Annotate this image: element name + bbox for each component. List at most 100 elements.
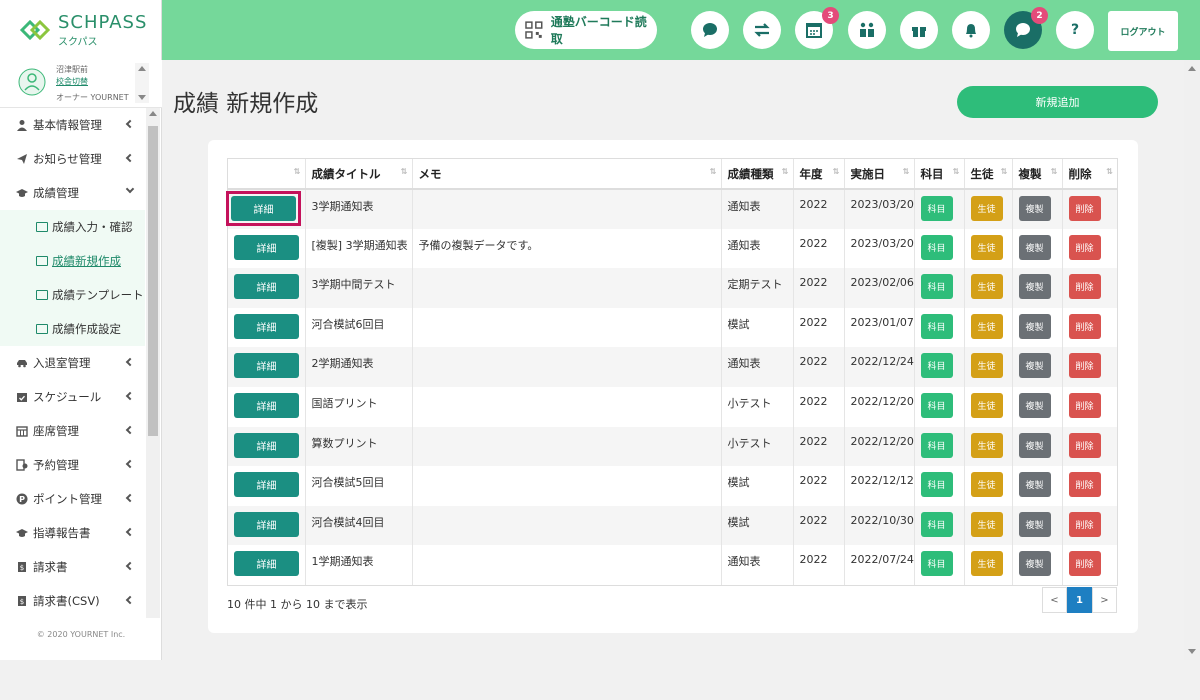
student-button[interactable]: 生徒 <box>970 234 1003 260</box>
pager-page-1[interactable]: 1 <box>1067 587 1092 613</box>
column-header-copy[interactable]: 複製 ⇅ <box>1012 159 1063 190</box>
delete-button[interactable]: 削除 <box>1068 353 1101 379</box>
column-header-date[interactable]: 実施日 ⇅ <box>844 159 915 190</box>
pager-prev-button[interactable]: < <box>1042 587 1067 613</box>
student-button[interactable]: 生徒 <box>970 196 1003 221</box>
column-header-title[interactable]: 成績タイトル ⇅ <box>305 159 413 190</box>
sidebar-scrollbar[interactable] <box>146 108 160 618</box>
main-scrollbar[interactable] <box>1184 60 1200 660</box>
delete-button[interactable]: 削除 <box>1068 432 1101 458</box>
detail-button[interactable]: 詳細 <box>234 313 299 339</box>
delete-button[interactable]: 削除 <box>1068 196 1101 221</box>
subject-button[interactable]: 科目 <box>920 511 953 537</box>
chat-button[interactable]: 2 <box>1004 7 1048 49</box>
calendar-button[interactable]: 3 <box>795 7 839 49</box>
student-button[interactable]: 生徒 <box>970 392 1003 418</box>
logo[interactable]: SCHPASS スクパス <box>0 0 162 60</box>
copy-button[interactable]: 複製 <box>1018 551 1051 577</box>
message-button[interactable] <box>691 11 729 49</box>
detail-button[interactable]: 詳細 <box>231 196 296 221</box>
subject-button[interactable]: 科目 <box>920 196 953 221</box>
notification-button[interactable] <box>952 11 990 49</box>
detail-button[interactable]: 詳細 <box>234 392 299 418</box>
sidebar-subitem-grade-settings[interactable]: 成績作成設定 <box>0 312 145 346</box>
help-button[interactable]: ? <box>1056 11 1094 49</box>
barcode-button[interactable]: 通塾バーコード読取 <box>515 11 657 49</box>
subject-button[interactable]: 科目 <box>920 432 953 458</box>
student-button[interactable]: 生徒 <box>970 511 1003 537</box>
copy-button[interactable]: 複製 <box>1018 196 1051 221</box>
detail-wrap: 詳細 <box>234 234 305 260</box>
logout-button[interactable]: ログアウト <box>1108 11 1178 51</box>
copy-button[interactable]: 複製 <box>1018 432 1051 458</box>
subject-button[interactable]: 科目 <box>920 551 953 577</box>
detail-button[interactable]: 詳細 <box>234 274 299 300</box>
subject-button[interactable]: 科目 <box>920 392 953 418</box>
sidebar-item-invoice-csv[interactable]: $ 請求書(CSV) <box>0 584 145 618</box>
copy-button[interactable]: 複製 <box>1018 313 1051 339</box>
sidebar-item-basic-info[interactable]: 基本情報管理 <box>0 108 145 142</box>
delete-button[interactable]: 削除 <box>1068 313 1101 339</box>
subject-button[interactable]: 科目 <box>920 313 953 339</box>
invoice-icon: $ <box>18 562 26 572</box>
column-header-type[interactable]: 成績種類 ⇅ <box>721 159 794 190</box>
delete-button[interactable]: 削除 <box>1068 511 1101 537</box>
detail-button[interactable]: 詳細 <box>234 234 299 260</box>
student-button[interactable]: 生徒 <box>970 472 1003 498</box>
copy-button[interactable]: 複製 <box>1018 472 1051 498</box>
sidebar-item-schedule[interactable]: スケジュール <box>0 380 145 414</box>
copy-button[interactable]: 複製 <box>1018 234 1051 260</box>
column-header-detail[interactable]: ⇅ <box>228 159 306 190</box>
user-scrollbar[interactable] <box>135 63 149 103</box>
sidebar-subitem-grade-template[interactable]: 成績テンプレート <box>0 278 145 312</box>
detail-button[interactable]: 詳細 <box>234 511 299 537</box>
column-header-memo[interactable]: メモ ⇅ <box>412 159 722 190</box>
column-header-delete[interactable]: 削除 ⇅ <box>1062 159 1117 190</box>
student-button[interactable]: 生徒 <box>970 313 1003 339</box>
subject-button[interactable]: 科目 <box>920 353 953 379</box>
scrollbar-thumb[interactable] <box>148 126 158 436</box>
delete-button[interactable]: 削除 <box>1068 472 1101 498</box>
student-button[interactable]: 生徒 <box>970 353 1003 379</box>
copy-button[interactable]: 複製 <box>1018 353 1051 379</box>
column-header-year[interactable]: 年度 ⇅ <box>793 159 845 190</box>
delete-button[interactable]: 削除 <box>1068 234 1101 260</box>
delete-button[interactable]: 削除 <box>1068 392 1101 418</box>
sidebar-subitem-grade-input[interactable]: 成績入力・確認 <box>0 210 145 244</box>
sidebar-item-news[interactable]: お知らせ管理 <box>0 142 145 176</box>
subject-button[interactable]: 科目 <box>920 274 953 300</box>
school-switch-link[interactable]: 校舎切替 <box>56 76 88 87</box>
column-header-student[interactable]: 生徒 ⇅ <box>964 159 1013 190</box>
sidebar-subitem-grade-new[interactable]: 成績新規作成 <box>0 244 145 278</box>
sidebar-item-reservation[interactable]: 予約管理 <box>0 448 145 482</box>
add-new-button[interactable]: 新規追加 <box>957 86 1158 118</box>
student-button[interactable]: 生徒 <box>970 551 1003 577</box>
sidebar-item-reports[interactable]: 指導報告書 <box>0 516 145 550</box>
detail-button[interactable]: 詳細 <box>234 432 299 458</box>
detail-button[interactable]: 詳細 <box>234 472 299 498</box>
student-button[interactable]: 生徒 <box>970 274 1003 300</box>
pager-next-button[interactable]: > <box>1092 587 1117 613</box>
sidebar-item-invoice[interactable]: $ 請求書 <box>0 550 145 584</box>
exchange-button[interactable] <box>743 11 781 49</box>
copy-button[interactable]: 複製 <box>1018 511 1051 537</box>
student-cell: 生徒 <box>964 505 1013 546</box>
sidebar-item-grades[interactable]: 成績管理 <box>0 176 145 210</box>
sidebar-item-attendance[interactable]: 入退室管理 <box>0 346 145 380</box>
students-button[interactable] <box>848 11 886 49</box>
gift-button[interactable] <box>900 11 938 49</box>
student-button[interactable]: 生徒 <box>970 432 1003 458</box>
detail-button[interactable]: 詳細 <box>234 551 299 577</box>
subject-button[interactable]: 科目 <box>920 472 953 498</box>
sidebar-item-seats[interactable]: 座席管理 <box>0 414 145 448</box>
column-header-subject[interactable]: 科目 ⇅ <box>914 159 965 190</box>
sidebar-item-label: 予約管理 <box>33 458 79 472</box>
delete-button[interactable]: 削除 <box>1068 551 1101 577</box>
sidebar-item-points[interactable]: P ポイント管理 <box>0 482 145 516</box>
delete-button[interactable]: 削除 <box>1068 274 1101 300</box>
copy-button[interactable]: 複製 <box>1018 392 1051 418</box>
copy-button[interactable]: 複製 <box>1018 274 1051 300</box>
detail-button[interactable]: 詳細 <box>234 353 299 379</box>
table-body: 詳細 3学期通知表 通知表 2022 2023/03/20 科目 生徒 複製 削除 詳細 [複製] … <box>226 189 1117 585</box>
subject-button[interactable]: 科目 <box>920 234 953 260</box>
